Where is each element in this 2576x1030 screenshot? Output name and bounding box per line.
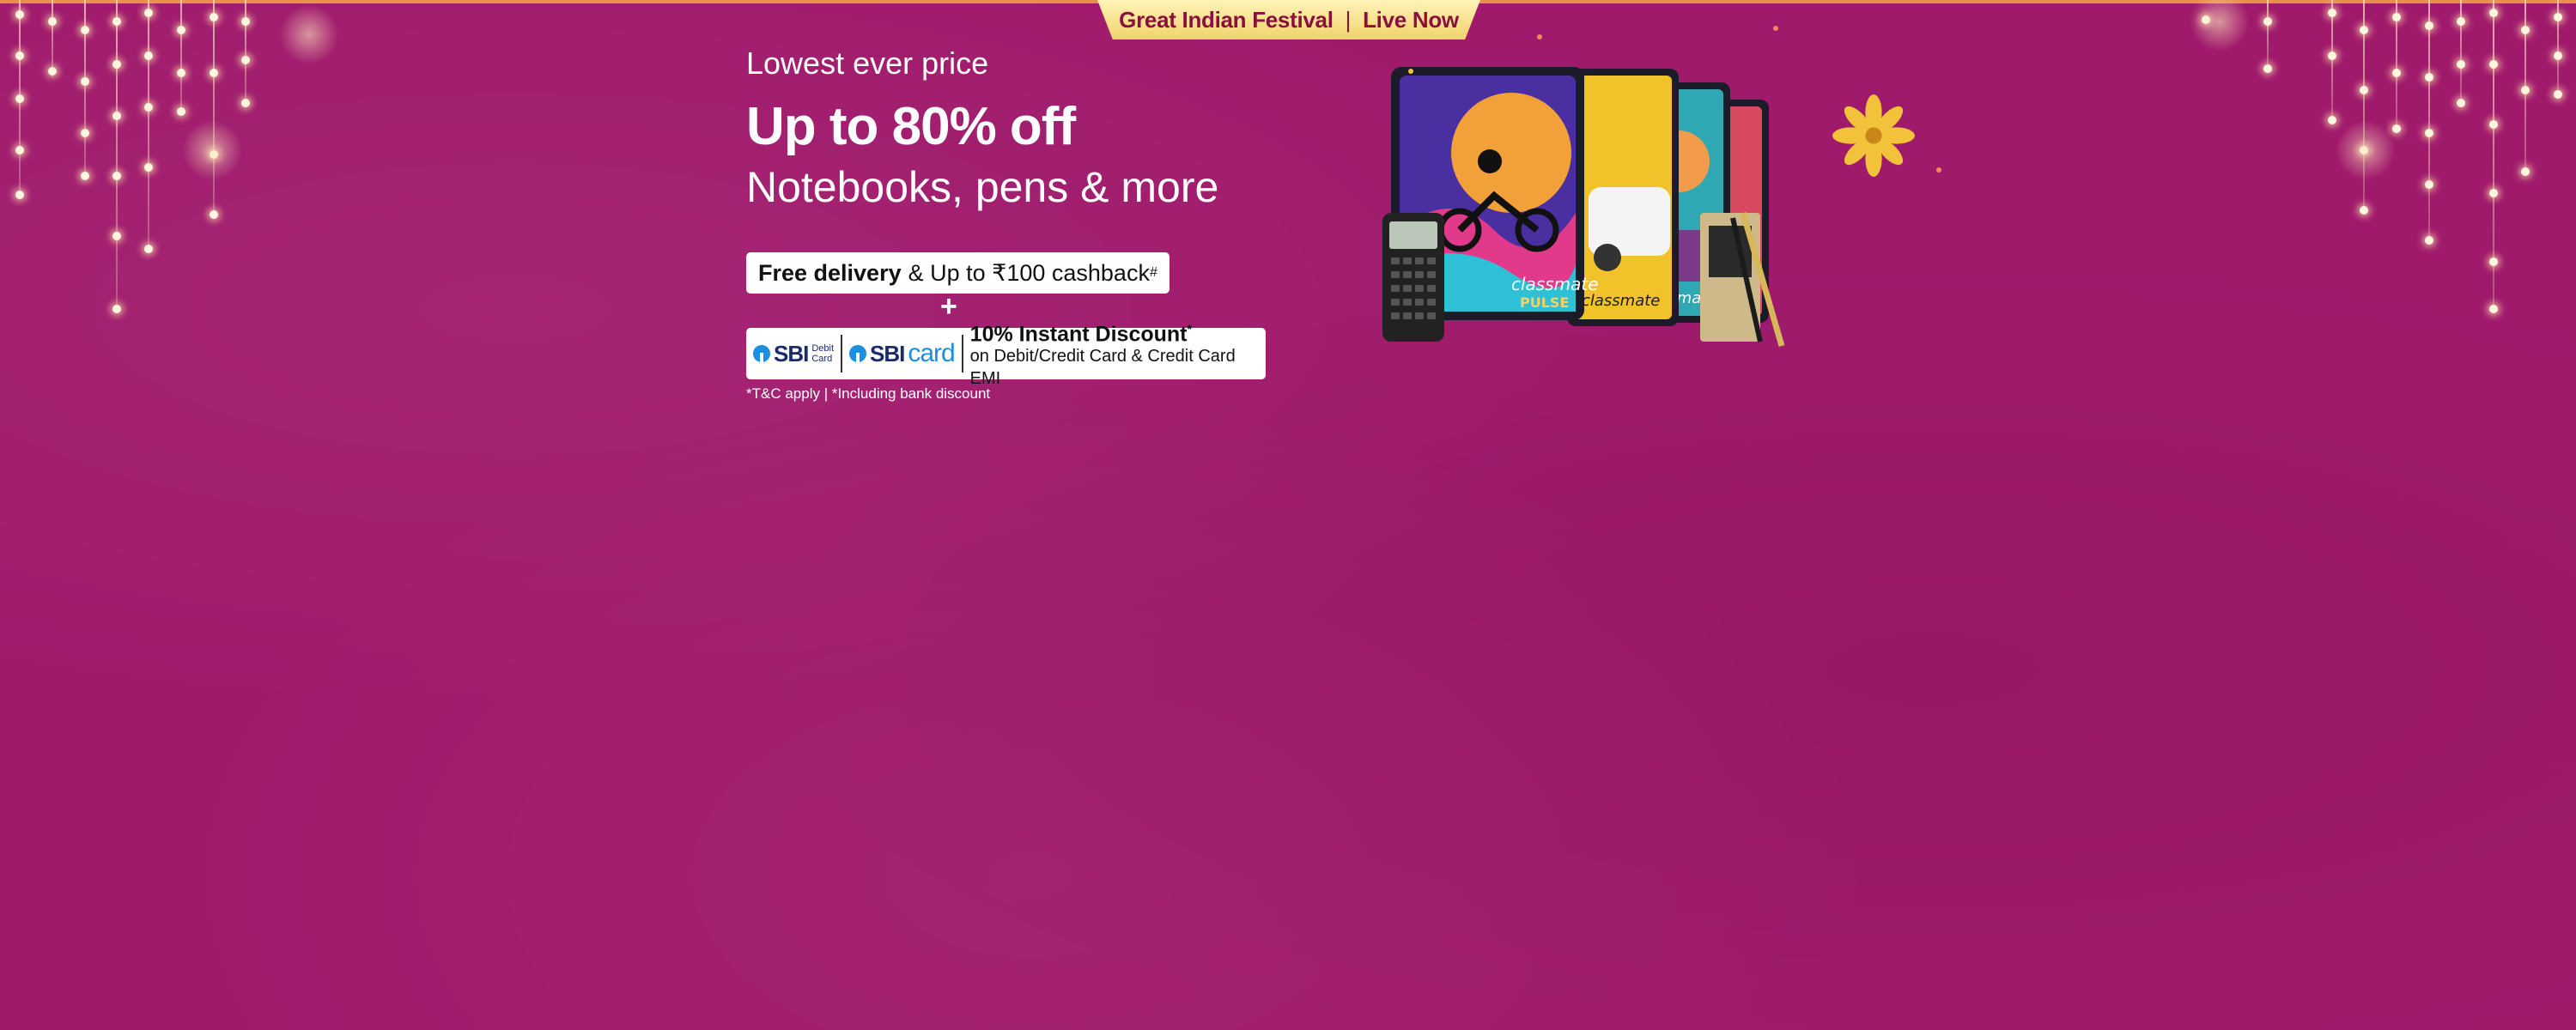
delivery-cashback-text: & Up to ₹100 cashback [908, 259, 1150, 286]
calculator-icon [1382, 213, 1444, 342]
sbi-card-logo-icon [849, 345, 866, 362]
sbi-debit-logo: SBI Debit Card [753, 341, 834, 367]
sbi-card-logo-sbi: SBI [870, 340, 905, 367]
sbi-logo-text: SBI [774, 340, 809, 367]
flower-icon [1832, 94, 1915, 177]
festival-separator: | [1345, 6, 1352, 33]
eyebrow-text: Lowest ever price [746, 45, 989, 81]
sparkle-icon [1537, 34, 1542, 39]
sbi-sub-line1: Debit [811, 343, 835, 354]
notebook-2-brand: classmate [1582, 292, 1660, 310]
delivery-bold-text: Free delivery [758, 259, 902, 286]
bank-offer-box: SBI Debit Card SBI card 10% Instant Disc… [746, 322, 1266, 388]
instant-discount-offer: 10% Instant Discount* on Debit/Credit Ca… [970, 318, 1266, 390]
sparkle-icon [1936, 167, 1941, 173]
terms-note: *T&C apply | *Including bank discount [746, 385, 991, 402]
product-image[interactable]: classmate classmate classmate PULSE [1382, 58, 1803, 350]
divider [961, 335, 963, 373]
delivery-offer-box: Free delivery & Up to ₹100 cashback # [746, 252, 1170, 294]
headline: Up to 80% off [746, 97, 1076, 156]
offer-title-text: 10% Instant Discount [969, 322, 1188, 347]
sbi-card-logo-card: card [908, 339, 955, 367]
sbi-logo-icon [753, 345, 770, 362]
sbi-card-logo: SBI card [849, 339, 956, 368]
plus-sign: + [940, 290, 957, 323]
headline-block: Lowest ever price Up to 80% off Notebook… [746, 43, 1218, 215]
festival-status: Live Now [1363, 6, 1459, 33]
delivery-mark: # [1149, 265, 1157, 280]
notebook-1-series: PULSE [1520, 294, 1569, 311]
sparkle-icon [1408, 69, 1413, 74]
notebook-1-brand: classmate [1511, 274, 1599, 294]
sbi-debit-label: Debit Card [811, 343, 834, 364]
subhead: Notebooks, pens & more [746, 163, 1219, 211]
offer-subtitle: on Debit/Credit Card & Credit Card EMI [969, 347, 1236, 389]
offer-mark: * [1187, 321, 1192, 336]
festival-name: Great Indian Festival [1119, 6, 1334, 33]
festival-tag[interactable]: Great Indian Festival | Live Now [1097, 0, 1480, 39]
divider [841, 335, 842, 373]
festive-lights-left-icon [0, 0, 339, 326]
sparkle-icon [1773, 26, 1778, 31]
offer-title: 10% Instant Discount* [970, 318, 1266, 345]
pen-icon [1700, 212, 1785, 347]
sbi-sub-line2: Card [811, 354, 833, 364]
festive-lights-right-icon [2190, 0, 2576, 326]
